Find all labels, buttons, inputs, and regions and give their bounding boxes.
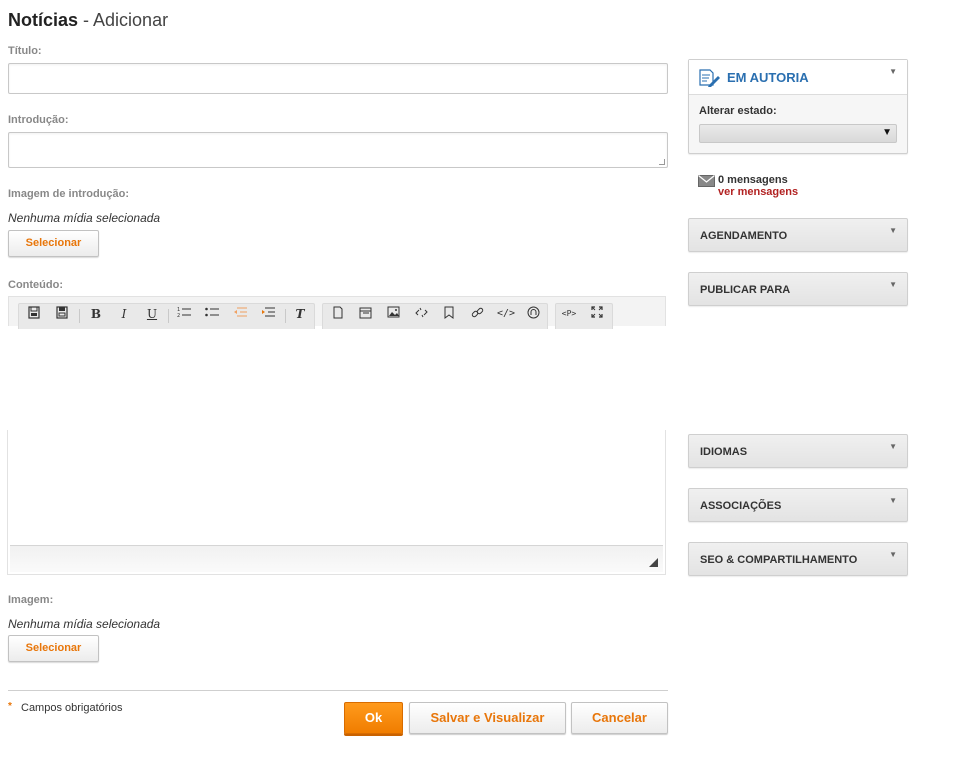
panel-agendamento-title: AGENDAMENTO [700, 230, 788, 242]
outdent-icon[interactable] [232, 306, 248, 322]
editor-content-area[interactable] [7, 430, 666, 575]
page-title-main: Notícias [8, 10, 79, 30]
new-page-icon[interactable] [330, 306, 346, 322]
editor-toolbar: B I U 12 T </> <P> [8, 296, 666, 329]
envelope-icon [698, 174, 715, 192]
unlink-icon[interactable] [413, 306, 429, 322]
conteudo-label: Conteúdo: [8, 279, 63, 291]
select-arrow-icon: ▼ [882, 127, 892, 138]
indent-icon[interactable] [260, 306, 276, 322]
numbered-list-icon[interactable]: 12 [176, 306, 192, 322]
introducao-label: Introdução: [8, 114, 69, 126]
panel-associacoes[interactable]: ASSOCIAÇÕES ▼ [688, 488, 908, 522]
panel-idiomas-title: IDIOMAS [700, 446, 748, 458]
panel-associacoes-title: ASSOCIAÇÕES [700, 500, 782, 512]
textarea-resize-icon[interactable] [659, 159, 665, 165]
link-icon[interactable] [469, 306, 485, 322]
toolbar-separator [168, 309, 169, 323]
introducao-textarea[interactable] [8, 132, 668, 168]
authoring-icon [699, 69, 721, 92]
status-panel: EM AUTORIA ▼ Alterar estado: ▼ [688, 59, 908, 154]
chevron-down-icon[interactable]: ▼ [889, 226, 897, 235]
page-title: Notícias - Adicionar [8, 10, 168, 31]
imagem-intro-label: Imagem de introdução: [8, 188, 130, 200]
messages-count: 0 mensagens [718, 174, 788, 186]
chevron-down-icon[interactable]: ▼ [889, 442, 897, 451]
imagem-note: Nenhuma mídia selecionada [8, 617, 161, 631]
italic-icon[interactable]: I [116, 306, 132, 322]
source-code-icon[interactable]: </> [497, 306, 515, 322]
special-char-icon[interactable] [525, 306, 541, 322]
save-draft-icon[interactable] [54, 306, 70, 322]
panel-seo-title: SEO & COMPARTILHAMENTO [700, 554, 858, 566]
editor-resize-icon[interactable] [649, 558, 658, 567]
imagem-intro-select-button[interactable]: Selecionar [8, 230, 99, 257]
cancel-button[interactable]: Cancelar [571, 702, 668, 734]
status-panel-header[interactable]: EM AUTORIA ▼ [689, 60, 907, 95]
imagem-select-button[interactable]: Selecionar [8, 635, 99, 662]
html-tag-icon[interactable]: <P> [561, 306, 577, 322]
remove-format-icon[interactable]: T [292, 306, 308, 322]
chevron-down-icon[interactable]: ▼ [889, 67, 897, 76]
bookmark-icon[interactable] [441, 306, 457, 322]
chevron-down-icon[interactable]: ▼ [889, 550, 897, 559]
panel-seo[interactable]: SEO & COMPARTILHAMENTO ▼ [688, 542, 908, 576]
svg-text:2: 2 [177, 313, 180, 318]
required-mark: * [8, 701, 12, 712]
footer-divider [8, 690, 668, 691]
alter-estado-label: Alterar estado: [699, 105, 777, 117]
required-note: Campos obrigatórios [21, 702, 123, 714]
templates-icon[interactable] [357, 306, 373, 322]
bold-icon[interactable]: B [88, 306, 104, 322]
imagem-label: Imagem: [8, 594, 54, 606]
editor-statusbar [10, 545, 663, 572]
chevron-down-icon[interactable]: ▼ [889, 280, 897, 289]
status-panel-title: EM AUTORIA [727, 70, 809, 85]
panel-publicar-para-title: PUBLICAR PARA [700, 284, 791, 296]
save-and-view-button[interactable]: Salvar e Visualizar [409, 702, 566, 734]
panel-publicar-para[interactable]: PUBLICAR PARA ▼ [688, 272, 908, 306]
ok-button[interactable]: Ok [344, 702, 403, 734]
bullet-list-icon[interactable] [204, 306, 220, 322]
underline-icon[interactable]: U [144, 306, 160, 322]
titulo-input[interactable] [8, 63, 668, 94]
save-icon[interactable] [26, 306, 42, 322]
toolbar-separator [79, 309, 80, 323]
image-icon[interactable] [385, 306, 401, 322]
messages-link[interactable]: ver mensagens [718, 186, 798, 198]
panel-idiomas[interactable]: IDIOMAS ▼ [688, 434, 908, 468]
alter-estado-select[interactable]: ▼ [699, 124, 897, 143]
panel-agendamento[interactable]: AGENDAMENTO ▼ [688, 218, 908, 252]
chevron-down-icon[interactable]: ▼ [889, 496, 897, 505]
imagem-intro-note: Nenhuma mídia selecionada [8, 211, 161, 225]
toolbar-separator [285, 309, 286, 323]
maximize-icon[interactable] [589, 306, 605, 322]
page-title-sub: - Adicionar [78, 10, 169, 30]
titulo-label: Título: [8, 45, 42, 57]
